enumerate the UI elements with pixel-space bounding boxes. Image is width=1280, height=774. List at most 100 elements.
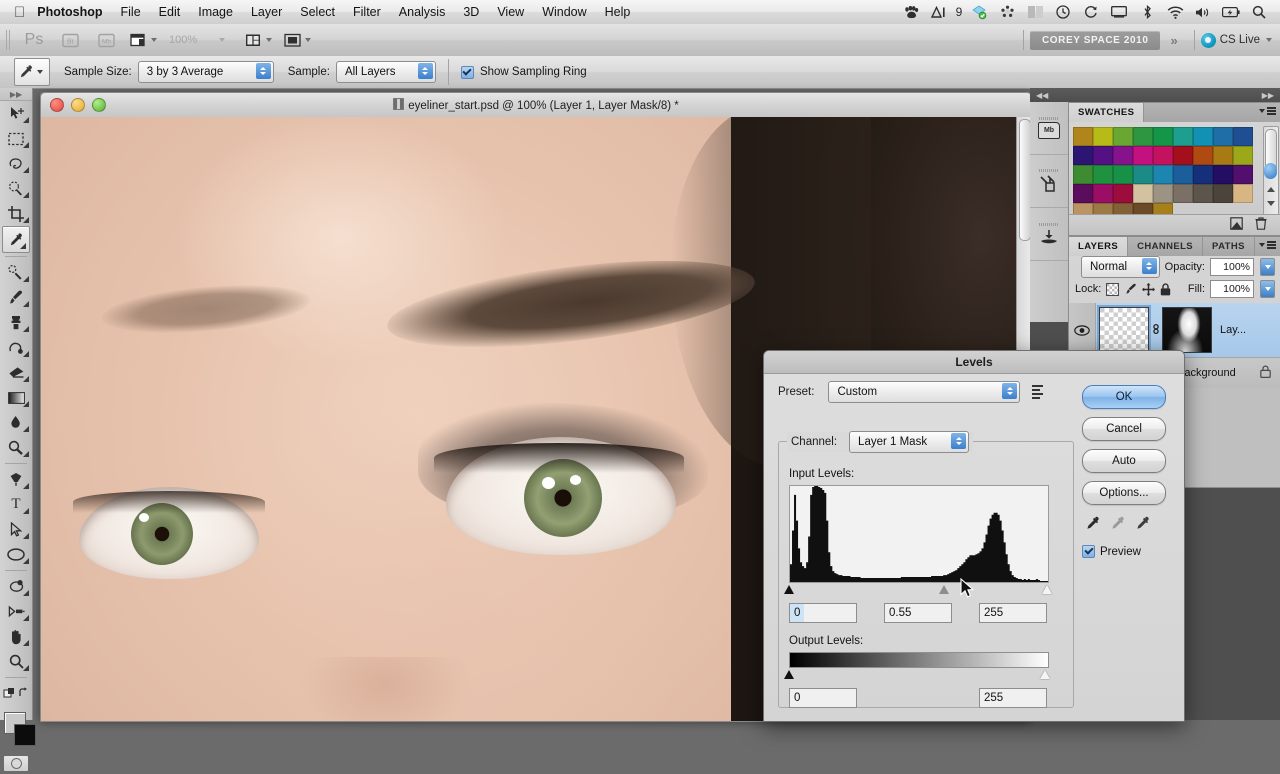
stepper-arrows-icon[interactable] <box>1141 258 1157 274</box>
menu-item-edit[interactable]: Edit <box>150 0 190 24</box>
panel-menu-icon[interactable] <box>1257 241 1276 249</box>
tool-lasso-tool[interactable] <box>0 151 32 176</box>
panel-menu-icon[interactable] <box>1257 107 1276 115</box>
input-black-field[interactable]: 0 <box>789 603 857 623</box>
lock-transparency-icon[interactable] <box>1106 282 1120 296</box>
tool-crop-tool[interactable] <box>0 201 32 226</box>
swatch-cell[interactable] <box>1093 146 1113 165</box>
rail-item-mini-bridge[interactable]: Mb <box>1030 102 1068 155</box>
quick-mask-mode-button[interactable] <box>0 752 32 774</box>
scroll-down-arrow-icon[interactable] <box>1267 201 1275 206</box>
chevron-down-icon[interactable] <box>266 38 273 42</box>
swatch-cell[interactable] <box>1193 184 1213 203</box>
layer-thumbnail[interactable] <box>1097 305 1151 355</box>
active-tool-preset-picker[interactable] <box>14 58 50 86</box>
swatch-cell[interactable] <box>1213 165 1233 184</box>
options-button[interactable]: Options... <box>1082 481 1166 505</box>
app-bar-grip[interactable] <box>6 30 12 50</box>
chevron-down-icon[interactable] <box>37 70 43 74</box>
dock-collapse-bar[interactable]: ◀◀ ▶▶ <box>1030 88 1280 102</box>
swatch-cell[interactable] <box>1213 184 1233 203</box>
swatch-cell[interactable] <box>1133 165 1153 184</box>
swatch-cell[interactable] <box>1113 165 1133 184</box>
set-white-point-icon[interactable] <box>1134 515 1151 535</box>
default-colors-and-swap-icons[interactable] <box>0 681 32 706</box>
sample-select[interactable]: All Layers <box>335 61 436 83</box>
tool-dodge-tool[interactable] <box>0 435 32 460</box>
sync-badge-icon[interactable] <box>994 0 1020 24</box>
swatch-cell[interactable] <box>1113 146 1133 165</box>
tool-spot-healing-brush-tool[interactable] <box>0 260 32 285</box>
menu-item-analysis[interactable]: Analysis <box>390 0 455 24</box>
layer-mask-thumbnail[interactable] <box>1162 307 1212 353</box>
drag-handle[interactable] <box>1039 222 1059 226</box>
swatch-cell[interactable] <box>1233 146 1253 165</box>
stepper-arrows-icon[interactable] <box>417 63 433 79</box>
opacity-value[interactable]: 100% <box>1210 258 1254 276</box>
gamma-slider[interactable] <box>938 585 949 594</box>
swatch-cell[interactable] <box>1133 127 1153 146</box>
zoom-level-field[interactable]: 100% <box>165 29 201 51</box>
auto-button[interactable]: Auto <box>1082 449 1166 473</box>
dock-collapse-right-icon[interactable]: ▶▶ <box>1262 91 1274 100</box>
sample-size-select[interactable]: 3 by 3 Average <box>137 61 274 83</box>
battery-icon[interactable] <box>1218 0 1244 24</box>
workspace-more-chevron[interactable]: » <box>1160 33 1187 48</box>
swatch-cell[interactable] <box>1153 165 1173 184</box>
tool-eyedropper-tool[interactable] <box>2 226 30 253</box>
tab-channels[interactable]: CHANNELS <box>1128 237 1204 256</box>
tool-blur-tool[interactable] <box>0 410 32 435</box>
set-black-point-icon[interactable] <box>1084 515 1101 535</box>
output-black-field[interactable]: 0 <box>789 688 857 708</box>
document-title-bar[interactable]: eyeliner_start.psd @ 100% (Layer 1, Laye… <box>40 92 1032 117</box>
zoom-level-chevron[interactable] <box>205 29 237 51</box>
tool-rectangular-marquee-tool[interactable] <box>0 126 32 151</box>
swatch-cell[interactable] <box>1173 165 1193 184</box>
swatches-scrollbar[interactable] <box>1263 126 1279 220</box>
tool-hand-tool[interactable] <box>0 624 32 649</box>
background-color-swatch[interactable] <box>14 724 36 746</box>
swatch-cell[interactable] <box>1233 184 1253 203</box>
mini-bridge-icon[interactable]: Mb <box>90 29 122 51</box>
delete-swatch-icon[interactable] <box>1255 217 1267 233</box>
view-extras-icon[interactable] <box>126 29 161 51</box>
new-swatch-icon[interactable] <box>1230 217 1243 233</box>
grid-icon[interactable] <box>1022 0 1048 24</box>
tool-pen-tool[interactable] <box>0 467 32 492</box>
tool-zoom-tool[interactable] <box>0 649 32 674</box>
input-white-field[interactable]: 255 <box>979 603 1047 623</box>
channel-select[interactable]: Layer 1 Mask <box>849 431 970 453</box>
chevron-down-icon[interactable] <box>151 38 157 42</box>
swatch-cell[interactable] <box>1153 127 1173 146</box>
tools-panel-collapse-handle[interactable]: ▶▶ <box>0 88 32 101</box>
menu-item-select[interactable]: Select <box>291 0 344 24</box>
bluetooth-icon[interactable] <box>1134 0 1160 24</box>
layer-mask-link-icon[interactable] <box>1149 322 1162 339</box>
zoom-button[interactable] <box>92 98 106 112</box>
menu-item-3d[interactable]: 3D <box>454 0 488 24</box>
apple-icon[interactable]:  <box>14 5 25 20</box>
tool-clone-stamp-tool[interactable] <box>0 310 32 335</box>
input-levels-slider[interactable] <box>784 584 1052 598</box>
wifi-icon[interactable] <box>1162 0 1188 24</box>
preset-options-icon[interactable] <box>1032 385 1044 399</box>
swatch-cell[interactable] <box>1073 184 1093 203</box>
rail-item-tool-presets[interactable] <box>1030 155 1068 208</box>
stepper-arrows-icon[interactable] <box>951 433 967 449</box>
paw-icon[interactable] <box>898 0 924 24</box>
swatch-cell[interactable] <box>1213 127 1233 146</box>
tab-layers[interactable]: LAYERS <box>1069 237 1129 256</box>
time-machine-icon[interactable] <box>1050 0 1076 24</box>
drag-handle[interactable] <box>1039 168 1059 172</box>
swatch-grid[interactable] <box>1073 127 1253 222</box>
black-point-slider[interactable] <box>784 585 794 594</box>
swatch-cell[interactable] <box>1133 184 1153 203</box>
screen-mode-icon[interactable] <box>241 29 276 51</box>
tool-eraser-tool[interactable] <box>0 360 32 385</box>
output-white-slider[interactable] <box>1040 670 1050 679</box>
menu-item-file[interactable]: File <box>112 0 150 24</box>
tool-3d-rotate-tool[interactable] <box>0 574 32 599</box>
swatch-cell[interactable] <box>1073 165 1093 184</box>
bluetooth-meter-icon[interactable] <box>926 0 952 24</box>
swatch-cell[interactable] <box>1093 127 1113 146</box>
